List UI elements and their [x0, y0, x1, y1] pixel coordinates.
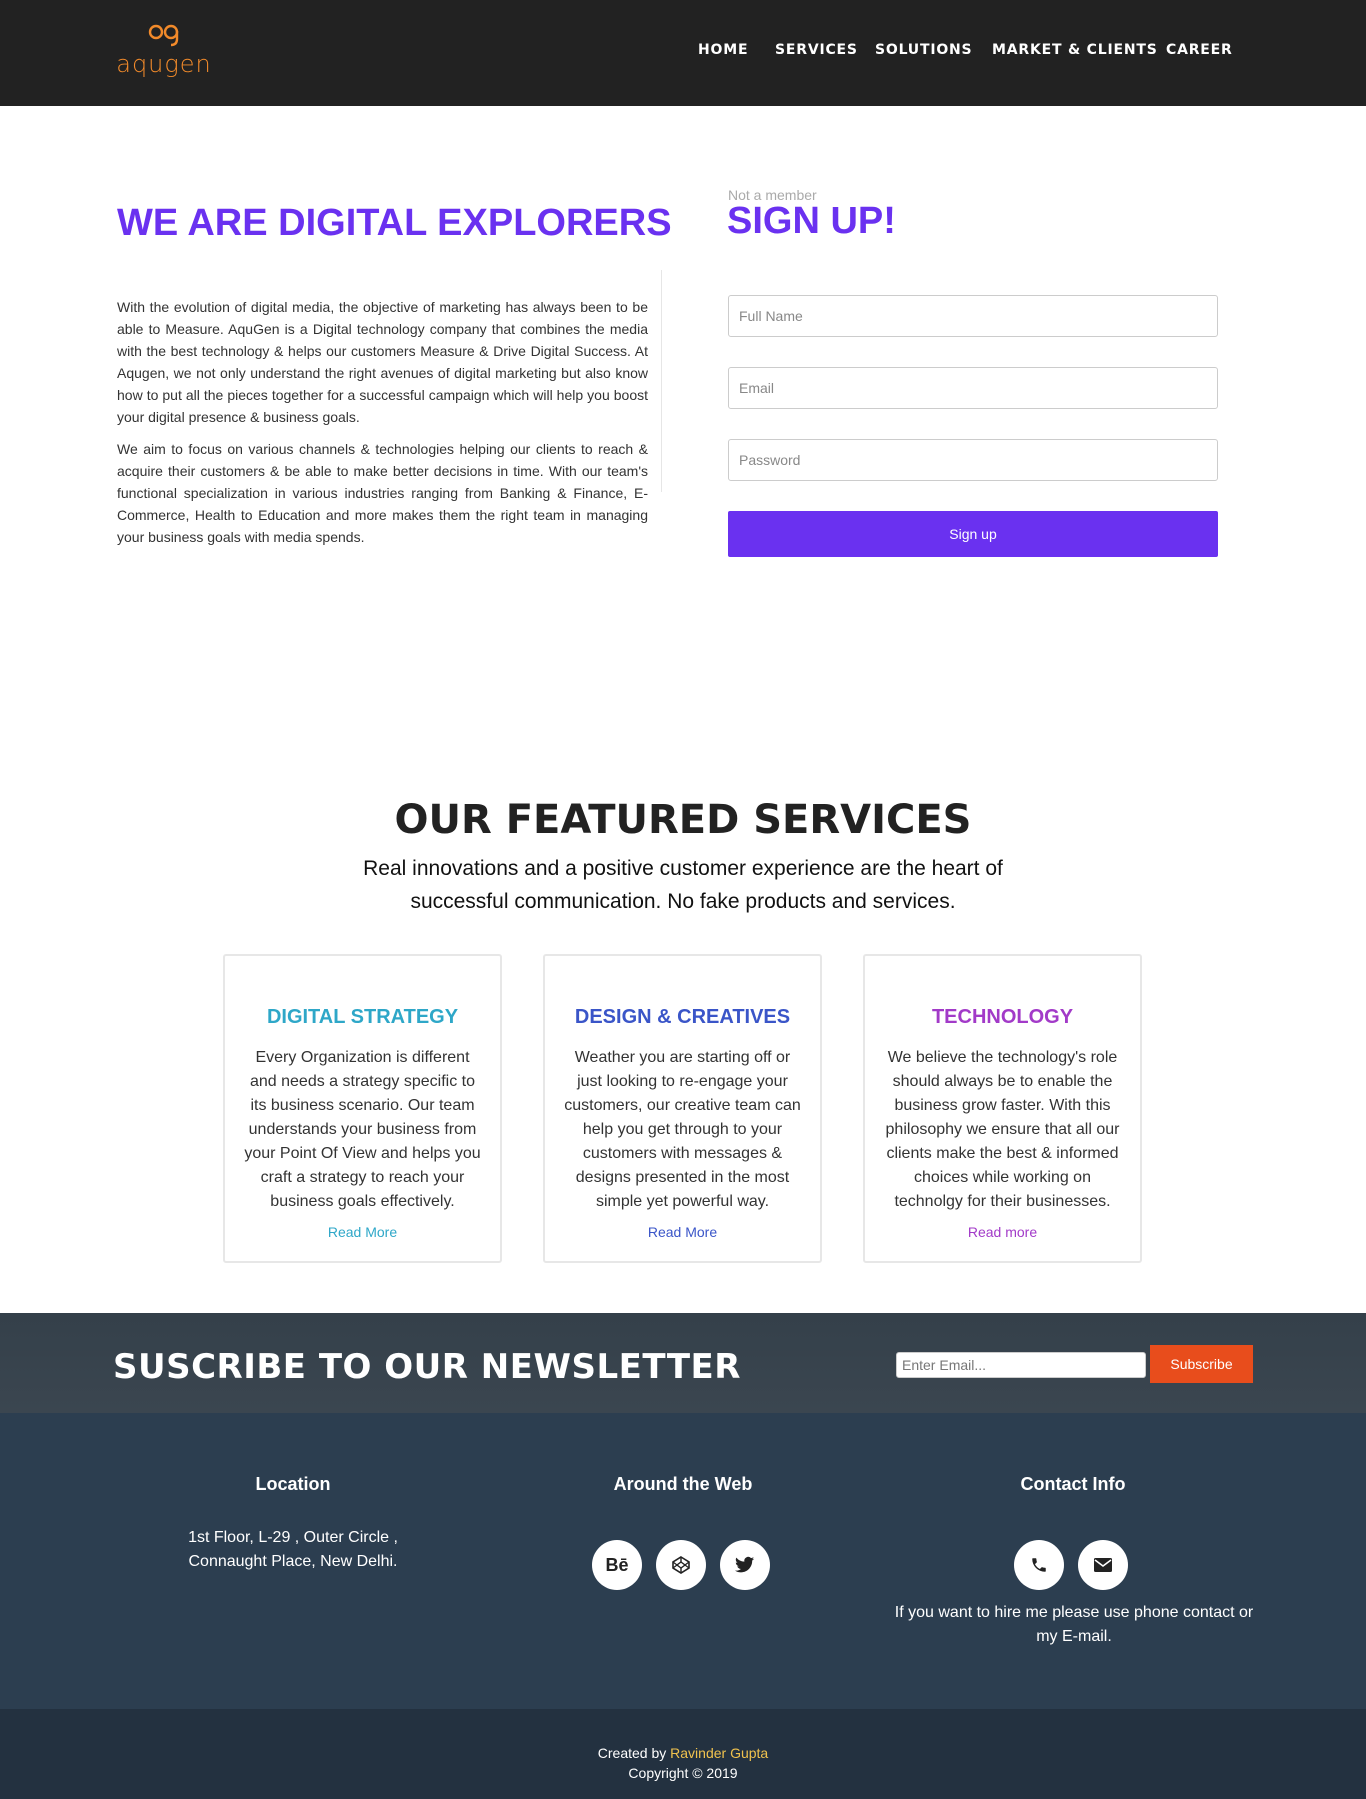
twitter-icon[interactable] [720, 1540, 770, 1590]
behance-icon[interactable]: Bē [592, 1540, 642, 1590]
service-card-technology: TECHNOLOGY We believe the technology's r… [863, 954, 1142, 1263]
read-more-link[interactable]: Read more [865, 1224, 1140, 1240]
services-subtitle: Real innovations and a positive customer… [363, 857, 1003, 913]
card-title: TECHNOLOGY [931, 1006, 1074, 1028]
credit: Created by Ravinder Gupta Copyright © 20… [0, 1743, 1366, 1783]
card-text: Every Organization is different and need… [244, 1049, 481, 1210]
nav-market-clients[interactable]: MARKET & CLIENTS [992, 42, 1158, 58]
logo-text: aqugen [116, 50, 212, 78]
intro-text: With the evolution of digital media, the… [117, 296, 648, 558]
twitter-glyph [735, 1556, 755, 1573]
around-web-heading: Around the Web [613, 1474, 753, 1494]
intro-divider [661, 270, 662, 492]
aqugen-logo[interactable]: aqugen [114, 20, 214, 82]
service-card-design-creatives: DESIGN & CREATIVES Weather you are start… [543, 954, 822, 1263]
read-more-link[interactable]: Read More [225, 1224, 500, 1240]
phone-icon[interactable] [1014, 1540, 1064, 1590]
intro-title: WE ARE DIGITAL EXPLORERS [117, 202, 672, 244]
author-link[interactable]: Ravinder Gupta [670, 1745, 768, 1761]
location-heading: Location [255, 1474, 331, 1494]
services-title: OUR FEATURED SERVICES [394, 797, 972, 843]
password-field[interactable] [728, 439, 1218, 481]
signup-title: SIGN UP! [727, 200, 896, 242]
envelope-glyph [1094, 1558, 1112, 1572]
top-navbar: aqugen HOME SERVICES SOLUTIONS MARKET & … [0, 0, 1366, 106]
read-more-link[interactable]: Read More [545, 1224, 820, 1240]
card-title: DIGITAL STRATEGY [266, 1006, 459, 1028]
email-field[interactable] [728, 367, 1218, 409]
intro-paragraph-1: With the evolution of digital media, the… [117, 299, 648, 425]
behance-glyph: Bē [605, 1554, 629, 1575]
codepen-icon[interactable] [656, 1540, 706, 1590]
created-by-label: Created by [597, 1745, 667, 1761]
intro-paragraph-2: We aim to focus on various channels & te… [117, 441, 648, 545]
nav-solutions[interactable]: SOLUTIONS [875, 42, 972, 58]
service-card-digital-strategy: DIGITAL STRATEGY Every Organization is d… [223, 954, 502, 1263]
nav-home[interactable]: HOME [698, 42, 748, 58]
full-name-field[interactable] [728, 295, 1218, 337]
subscribe-button[interactable]: Subscribe [1150, 1345, 1253, 1383]
codepen-glyph [672, 1556, 690, 1574]
card-text: Weather you are starting off or just loo… [564, 1049, 801, 1210]
phone-glyph [1032, 1558, 1046, 1572]
copyright-text: Copyright © 2019 [628, 1765, 738, 1781]
card-text: We believe the technology's role should … [885, 1049, 1120, 1210]
signup-button[interactable]: Sign up [728, 511, 1218, 557]
logo-mark-icon [148, 24, 179, 47]
newsletter-title: SUSCRIBE TO OUR NEWSLETTER [113, 1347, 741, 1387]
envelope-icon[interactable] [1078, 1540, 1128, 1590]
bottom-bar: Created by Ravinder Gupta Copyright © 20… [0, 1709, 1366, 1799]
newsletter-section: SUSCRIBE TO OUR NEWSLETTER Subscribe [0, 1313, 1366, 1413]
newsletter-email-input[interactable] [896, 1352, 1146, 1378]
contact-heading: Contact Info [1020, 1474, 1126, 1494]
nav-career[interactable]: CAREER [1166, 42, 1233, 58]
nav-services[interactable]: SERVICES [775, 42, 858, 58]
contact-text: If you want to hire me please use phone … [894, 1604, 1254, 1645]
footer: Location 1st Floor, L-29 , Outer Circle … [0, 1413, 1366, 1709]
card-title: DESIGN & CREATIVES [574, 1006, 791, 1028]
location-address: 1st Floor, L-29 , Outer Circle , Connaug… [188, 1529, 398, 1570]
